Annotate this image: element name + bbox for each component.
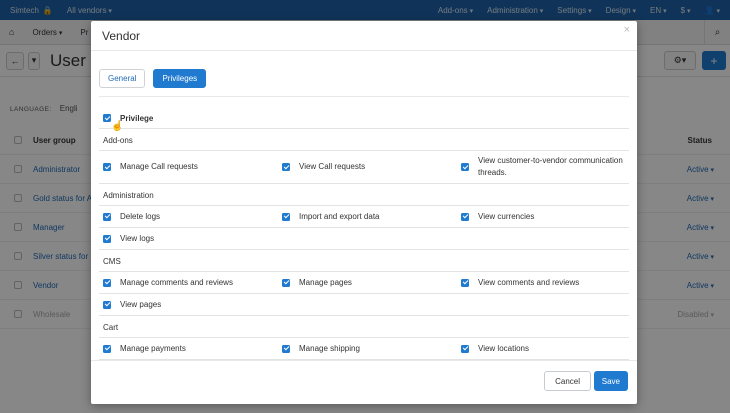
section-administration: Administration [99, 184, 629, 206]
privilege-item[interactable]: View Call requests [282, 151, 457, 183]
privilege-row: View logs [99, 228, 629, 250]
privilege-checkbox[interactable] [103, 163, 111, 171]
privilege-label: Import and export data [299, 211, 380, 221]
vendor-privileges-dialog: Vendor × General Privileges ☝ Privilege … [91, 21, 637, 404]
privilege-item[interactable]: Manage payments [103, 338, 278, 359]
dialog-tabs: General Privileges [99, 69, 207, 88]
privilege-row: Delete logs Import and export data View … [99, 206, 629, 228]
save-button[interactable]: Save [593, 371, 628, 391]
dialog-footer: Cancel Save [91, 360, 637, 404]
close-icon[interactable]: × [624, 24, 630, 36]
privilege-row: Manage comments and reviews Manage pages… [99, 272, 629, 294]
privilege-label: View currencies [478, 211, 535, 221]
privilege-label: View customer-to-vendor communication th… [478, 156, 623, 177]
section-addons: Add-ons [99, 129, 629, 151]
section-cms: CMS [99, 250, 629, 272]
privilege-checkbox[interactable] [461, 278, 469, 287]
privilege-label: View pages [120, 299, 162, 309]
dialog-title: Vendor [102, 29, 141, 43]
privilege-item[interactable]: View currencies [461, 206, 626, 227]
section-label: Administration [103, 191, 154, 200]
privilege-label: Manage payments [120, 343, 186, 353]
privilege-item[interactable]: Manage comments and reviews [103, 272, 278, 293]
section-label: CMS [103, 257, 121, 266]
privilege-row: View pages [99, 294, 629, 316]
privilege-label: Manage pages [299, 277, 352, 287]
privilege-checkbox[interactable] [282, 344, 290, 353]
section-label: Add-ons [103, 136, 133, 145]
cancel-button[interactable]: Cancel [544, 371, 591, 391]
privilege-checkbox[interactable] [461, 344, 469, 353]
privilege-checkbox[interactable] [461, 163, 469, 171]
privilege-item[interactable]: Manage pages [282, 272, 457, 293]
section-cart: Cart [99, 316, 629, 338]
tabs-divider [99, 96, 629, 97]
privilege-checkbox[interactable] [103, 278, 111, 287]
privilege-checkbox[interactable] [103, 300, 111, 309]
privilege-item[interactable]: View locations [461, 338, 626, 359]
privilege-item[interactable]: Delete logs [103, 206, 278, 227]
privilege-label: View locations [478, 343, 529, 353]
privilege-item[interactable]: View comments and reviews [461, 272, 626, 293]
privilege-item[interactable]: Import and export data [282, 206, 457, 227]
privilege-item[interactable]: Manage Call requests [103, 151, 278, 183]
privilege-label: View logs [120, 233, 155, 243]
privilege-label: View Call requests [299, 162, 366, 171]
privilege-item[interactable]: View customer-to-vendor communication th… [461, 151, 626, 183]
privilege-checkbox[interactable] [282, 163, 290, 171]
privilege-header-row: ☝ Privilege [99, 109, 629, 132]
privilege-label: Delete logs [120, 211, 161, 221]
privilege-item[interactable]: View logs [103, 228, 278, 249]
privileges-list[interactable]: ☝ Privilege Add-ons Manage Call requests… [99, 109, 629, 361]
privilege-row: Manage Call requests View Call requests … [99, 151, 629, 184]
privilege-label: Manage Call requests [120, 162, 198, 171]
privilege-row: Manage payments Manage shipping View loc… [99, 338, 629, 360]
tab-privileges[interactable]: Privileges [153, 69, 207, 88]
privilege-checkbox[interactable] [461, 212, 469, 221]
privilege-label: Manage comments and reviews [120, 277, 233, 287]
privilege-checkbox[interactable] [103, 234, 111, 243]
select-all-privileges-checkbox[interactable] [103, 114, 111, 122]
privilege-label: View comments and reviews [478, 277, 580, 287]
dialog-header: Vendor × [91, 21, 637, 51]
privilege-label: Manage shipping [299, 343, 360, 353]
section-label: Cart [103, 323, 119, 332]
privilege-item[interactable]: Manage shipping [282, 338, 457, 359]
privilege-header-label: Privilege [120, 114, 154, 123]
privilege-checkbox[interactable] [103, 344, 111, 353]
privilege-checkbox[interactable] [282, 212, 290, 221]
tab-general[interactable]: General [99, 69, 146, 88]
privilege-item[interactable]: View pages [103, 294, 278, 315]
privilege-checkbox[interactable] [282, 278, 290, 287]
privilege-checkbox[interactable] [103, 212, 111, 221]
